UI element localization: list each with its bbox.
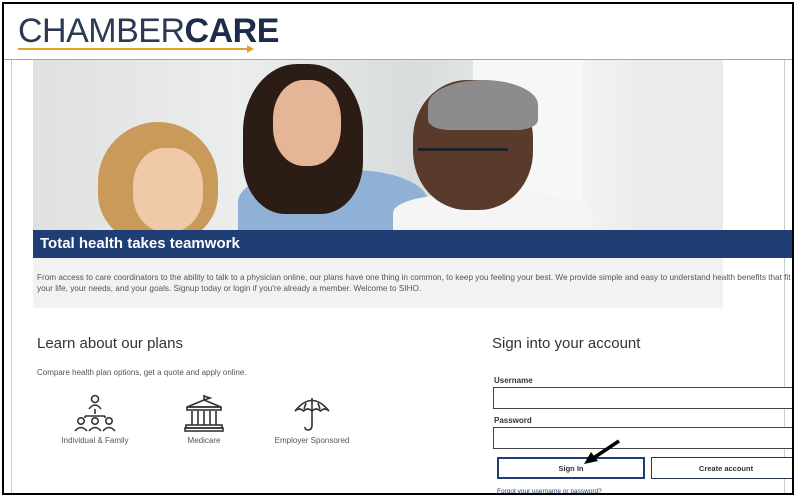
username-label: Username [494, 376, 533, 385]
page-frame: CHAMBERCARE Total health takes teamwork … [2, 2, 794, 495]
site-header: CHAMBERCARE [4, 4, 792, 60]
plan-employer-sponsored[interactable]: Employer Sponsored [262, 394, 362, 445]
password-input[interactable] [493, 427, 792, 449]
plan-medicare[interactable]: Medicare [164, 394, 244, 445]
logo-underline [18, 45, 254, 53]
plan-label: Employer Sponsored [274, 436, 350, 445]
woman-face [273, 80, 341, 166]
password-label: Password [494, 416, 532, 425]
man-hair [428, 80, 538, 130]
left-divider [11, 60, 12, 493]
create-account-button[interactable]: Create account [651, 457, 792, 479]
plan-individual-family[interactable]: Individual & Family [50, 394, 140, 445]
hero-image [33, 60, 723, 230]
plan-label: Individual & Family [61, 436, 129, 445]
man-glasses [418, 148, 508, 165]
signin-heading: Sign into your account [492, 335, 641, 352]
building-columns-icon [184, 395, 224, 432]
hero-banner: Total health takes teamwork [33, 230, 792, 258]
plans-subtitle: Compare health plan options, get a quote… [37, 368, 247, 377]
sign-in-button[interactable]: Sign In [497, 457, 645, 479]
plan-label: Medicare [187, 436, 221, 445]
logo-bold-text: CARE [184, 12, 280, 50]
hero-banner-title: Total health takes teamwork [40, 235, 240, 252]
umbrella-icon [294, 398, 330, 431]
child-face [133, 148, 203, 230]
logo-light-text: CHAMBER [18, 12, 185, 50]
hero-intro-text: From access to care coordinators to the … [37, 273, 791, 293]
chambercare-logo[interactable]: CHAMBERCARE [18, 13, 279, 49]
arrow-pointer-icon [584, 439, 620, 464]
people-network-icon [74, 394, 116, 432]
username-input[interactable] [493, 387, 792, 409]
plans-heading: Learn about our plans [37, 335, 183, 352]
forgot-credentials-link[interactable]: Forgot your username or password? [497, 488, 602, 493]
hero-window-2 [633, 60, 723, 230]
